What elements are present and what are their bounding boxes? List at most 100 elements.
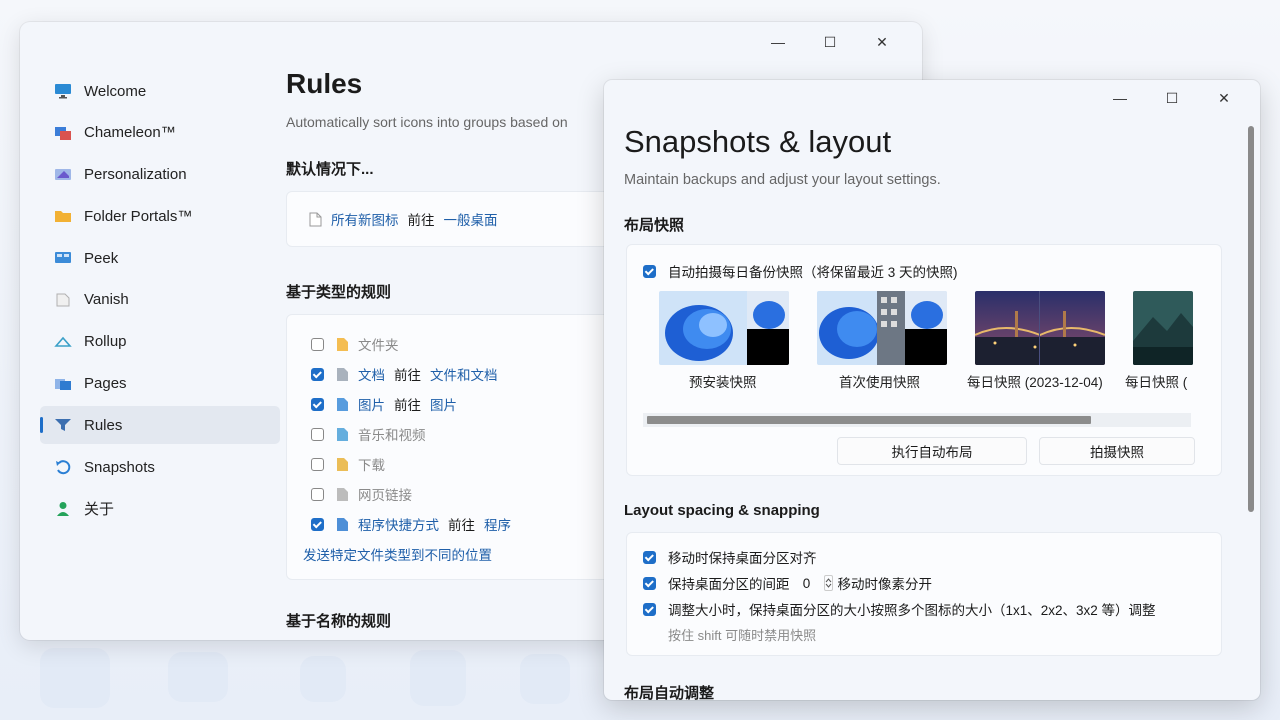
sidebar-item-label: Snapshots (84, 458, 155, 476)
window-controls: — ☐ ✕ (1094, 84, 1250, 112)
vanish-icon (54, 291, 72, 309)
sidebar-item-label: Peek (84, 249, 119, 267)
sidebar-item-label: 关于 (84, 501, 115, 519)
type-rule-label: 文档 (358, 368, 385, 383)
background-decoration (520, 654, 570, 704)
type-rules-link[interactable]: 发送特定文件类型到不同的位置 (303, 544, 625, 564)
file-type-icon (336, 487, 349, 502)
resize-option[interactable]: 调整大小时，保持桌面分区的大小按照多个图标的大小（1x1、2x2、3x2 等）调… (643, 599, 1156, 619)
rollup-icon (54, 333, 72, 351)
snapshot-thumbnail[interactable] (1133, 291, 1193, 365)
type-rule-label: 网页链接 (358, 488, 412, 503)
sidebar-item-pages[interactable]: Pages (40, 365, 280, 403)
file-type-icon (336, 337, 349, 352)
maximize-button[interactable]: ☐ (1146, 84, 1198, 112)
sidebar-item-label: Pages (84, 375, 127, 393)
minimize-button[interactable]: — (752, 28, 804, 56)
auto-layout-button[interactable]: 执行自动布局 (837, 437, 1027, 465)
page-subtitle: Maintain backups and adjust your layout … (624, 172, 941, 188)
auto-snapshot-row[interactable]: 自动拍摄每日备份快照（将保留最近 3 天的快照) (643, 261, 958, 281)
type-rule-checkbox[interactable] (311, 367, 324, 381)
default-rule-row: 所有新图标 前往 一般桌面 (309, 209, 498, 229)
sidebar-item-rollup[interactable]: Rollup (40, 323, 280, 361)
spacing-checkbox[interactable] (643, 576, 656, 590)
document-icon (309, 212, 322, 227)
sidebar: Welcome Chameleon™ Personalization Folder P… (40, 72, 280, 532)
type-rule-checkbox[interactable] (311, 487, 324, 501)
spacing-value-input[interactable]: 0 (790, 576, 824, 591)
funnel-icon (54, 416, 72, 434)
minimize-button[interactable]: — (1094, 84, 1146, 112)
resize-checkbox[interactable] (643, 602, 656, 616)
rules-page: Rules Automatically sort icons into grou… (286, 68, 626, 631)
snapshots-window: — ☐ ✕ Snapshots & layout Maintain backup… (604, 80, 1260, 700)
page-title: Rules (286, 68, 363, 99)
maximize-button[interactable]: ☐ (804, 28, 856, 56)
type-rule-checkbox[interactable] (311, 517, 324, 531)
background-decoration (40, 648, 110, 708)
folder-icon (54, 207, 72, 225)
type-rules-list: 文件夹 文档 前往 文件和文档 图片 前往 图片 音乐和视频 下载 网页链接 程序快捷方式 前往 程序 (311, 329, 625, 539)
type-rule-target[interactable]: 程序 (484, 514, 511, 534)
type-rule-row[interactable]: 程序快捷方式 前往 程序 (311, 509, 625, 539)
horizontal-scrollbar-thumb[interactable] (647, 416, 1091, 424)
file-type-icon (336, 457, 349, 472)
type-rule-row[interactable]: 音乐和视频 (311, 419, 625, 449)
spacing-stepper-icon[interactable] (823, 575, 833, 591)
align-option[interactable]: 移动时保持桌面分区对齐 (643, 547, 817, 567)
type-rule-checkbox[interactable] (311, 397, 324, 411)
type-rule-target[interactable]: 图片 (430, 394, 457, 414)
type-rule-target[interactable]: 文件和文档 (430, 364, 498, 384)
type-rule-row[interactable]: 文件夹 (311, 329, 625, 359)
default-rule-item[interactable]: 所有新图标 (331, 209, 399, 229)
type-rule-checkbox[interactable] (311, 427, 324, 441)
resize-label: 调整大小时，保持桌面分区的大小按照多个图标的大小（1x1、2x2、3x2 等）调… (668, 603, 1156, 618)
snapshot-thumbnail[interactable] (659, 291, 789, 365)
type-rule-row[interactable]: 网页链接 (311, 479, 625, 509)
spacing-heading: Layout spacing & snapping (624, 502, 820, 519)
close-button[interactable]: ✕ (1198, 84, 1250, 112)
snapshot-icon (54, 458, 72, 476)
take-snapshot-button[interactable]: 拍摄快照 (1039, 437, 1195, 465)
snapshot-thumbnail[interactable] (817, 291, 947, 365)
sidebar-item-monitor[interactable]: Welcome (40, 72, 280, 110)
default-rule-target[interactable]: 一般桌面 (444, 209, 498, 229)
type-rule-row[interactable]: 下载 (311, 449, 625, 479)
type-rule-checkbox[interactable] (311, 337, 324, 351)
sidebar-item-label: Folder Portals™ (84, 207, 193, 225)
type-rule-arrow: 前往 (394, 368, 421, 383)
monitor-icon (54, 82, 72, 100)
window-controls: — ☐ ✕ (752, 28, 908, 56)
file-type-icon (336, 367, 349, 382)
type-rule-checkbox[interactable] (311, 457, 324, 471)
sidebar-item-label: Chameleon™ (84, 124, 176, 142)
snapshot-thumbnail[interactable] (975, 291, 1105, 365)
name-rules-heading: 基于名称的规则 (286, 613, 392, 630)
sidebar-item-label: Vanish (84, 291, 129, 309)
sidebar-item-personalization[interactable]: Personalization (40, 156, 280, 194)
close-button[interactable]: ✕ (856, 28, 908, 56)
sidebar-item-label: Rollup (84, 333, 127, 351)
sidebar-item-chameleon[interactable]: Chameleon™ (40, 114, 280, 152)
snapshots-heading: 布局快照 (624, 217, 685, 234)
sidebar-item-about[interactable]: 关于 (40, 490, 280, 528)
sidebar-item-snapshot[interactable]: Snapshots (40, 448, 280, 486)
spacing-option[interactable]: 保持桌面分区的间距 0 移动时像素分开 (643, 573, 932, 593)
sidebar-item-funnel[interactable]: Rules (40, 406, 280, 445)
align-checkbox[interactable] (643, 550, 656, 564)
vertical-scrollbar[interactable] (1248, 126, 1254, 512)
sidebar-item-vanish[interactable]: Vanish (40, 281, 280, 319)
file-type-icon (336, 517, 349, 532)
default-rule-arrow: 前往 (407, 213, 435, 228)
type-rule-label: 程序快捷方式 (358, 518, 439, 533)
sidebar-item-folder[interactable]: Folder Portals™ (40, 197, 280, 235)
spacing-suffix: 移动时像素分开 (837, 577, 933, 592)
sidebar-item-peek[interactable]: Peek (40, 239, 280, 277)
spacing-card: 移动时保持桌面分区对齐 保持桌面分区的间距 0 移动时像素分开 调整大小时，保持… (626, 532, 1222, 656)
sidebar-item-label: Personalization (84, 166, 187, 184)
auto-snapshot-checkbox[interactable] (643, 264, 656, 278)
type-rule-label: 文件夹 (358, 338, 399, 353)
type-rule-row[interactable]: 文档 前往 文件和文档 (311, 359, 625, 389)
default-heading: 默认情况下... (286, 161, 374, 178)
type-rule-row[interactable]: 图片 前往 图片 (311, 389, 625, 419)
